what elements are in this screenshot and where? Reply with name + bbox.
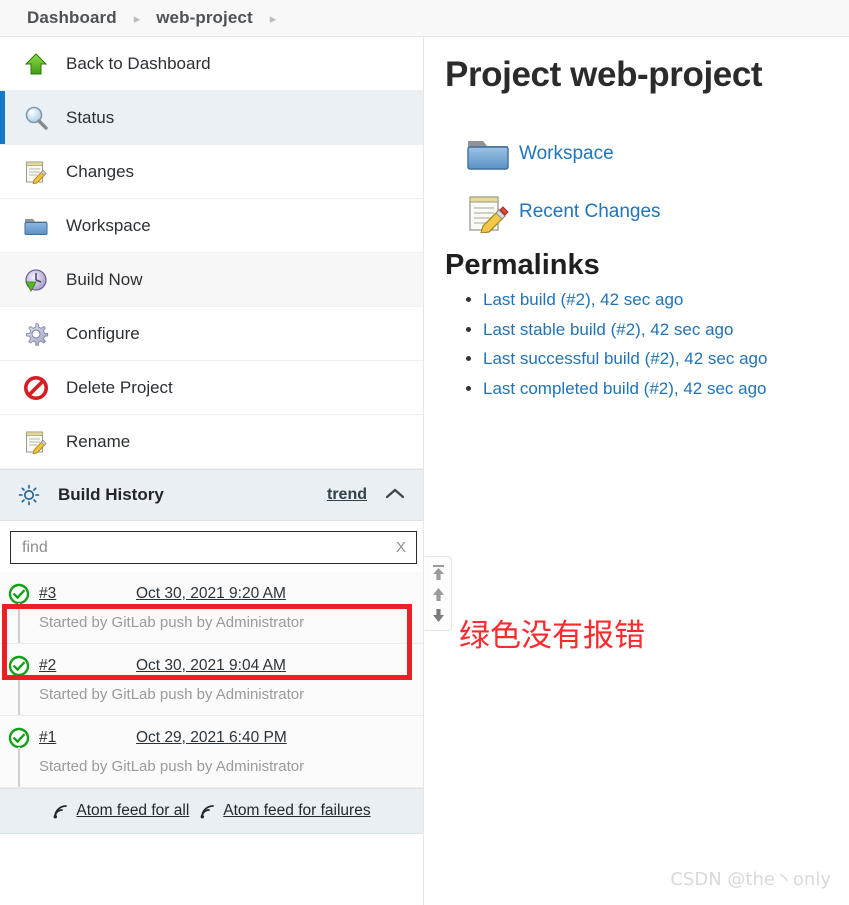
sidebar-item-label: Delete Project	[66, 377, 173, 397]
build-number-link[interactable]: #1	[39, 729, 63, 747]
notepad-pencil-icon	[22, 158, 50, 186]
permalink-last-completed-build[interactable]: Last completed build (#2), 42 sec ago	[483, 377, 849, 402]
main-content: Project web-project Workspace Recent Cha…	[425, 37, 849, 905]
sidebar: Back to Dashboard Status Changes Workspa…	[0, 37, 424, 905]
breadcrumb: Dashboard ▸ web-project ▸	[0, 0, 849, 37]
build-history-header: Build History trend	[0, 469, 423, 521]
scroll-down-icon[interactable]	[431, 608, 446, 623]
clear-icon[interactable]: X	[386, 539, 416, 556]
build-number-link[interactable]: #3	[39, 585, 63, 603]
build-trend-link[interactable]: trend	[327, 486, 367, 504]
status-success-icon	[8, 655, 30, 677]
sidebar-item-label: Changes	[66, 161, 135, 181]
build-history-title: Build History	[58, 485, 164, 504]
build-timeline-stem	[18, 603, 20, 643]
magnifier-icon	[22, 104, 50, 132]
breadcrumb-dropdown-icon[interactable]: ▸	[270, 12, 277, 25]
atom-feed-bar: Atom feed for all Atom feed for failures	[0, 788, 423, 834]
build-history-icon	[18, 484, 44, 506]
sidebar-item-delete-project[interactable]: Delete Project	[0, 361, 423, 415]
sidebar-item-rename[interactable]: Rename	[0, 415, 423, 469]
permalinks-list: Last build (#2), 42 sec ago Last stable …	[425, 288, 849, 402]
quick-link-label: Workspace	[519, 143, 614, 164]
build-row[interactable]: #1 Oct 29, 2021 6:40 PM Started by GitLa…	[0, 716, 423, 788]
folder-icon	[22, 212, 50, 240]
notepad-pencil-icon	[465, 191, 511, 234]
sidebar-item-workspace[interactable]: Workspace	[0, 199, 423, 253]
quick-links: Workspace Recent Changes	[425, 133, 849, 234]
annotation-note-text: 绿色没有报错	[459, 618, 645, 654]
permalink-last-successful-build[interactable]: Last successful build (#2), 42 sec ago	[483, 347, 849, 372]
scroll-navigation	[425, 556, 452, 631]
permalinks-title: Permalinks	[445, 249, 600, 281]
permalink-last-stable-build[interactable]: Last stable build (#2), 42 sec ago	[483, 318, 849, 343]
sidebar-item-back-to-dashboard[interactable]: Back to Dashboard	[0, 37, 423, 91]
sidebar-item-status[interactable]: Status	[0, 91, 423, 145]
build-timestamp-link[interactable]: Oct 30, 2021 9:04 AM	[136, 657, 286, 675]
build-find-wrapper: X	[0, 521, 423, 572]
breadcrumb-item-dashboard[interactable]: Dashboard	[27, 8, 117, 28]
sidebar-item-label: Configure	[66, 323, 140, 343]
build-timestamp-link[interactable]: Oct 30, 2021 9:20 AM	[136, 585, 286, 603]
build-find-box[interactable]: X	[10, 531, 417, 564]
build-timeline-stem	[18, 675, 20, 715]
page-title: Project web-project	[445, 55, 763, 94]
build-cause: Started by GitLab push by Administrator	[39, 686, 305, 703]
atom-feed-label: Atom feed for all	[76, 802, 190, 819]
build-row[interactable]: #2 Oct 30, 2021 9:04 AM Started by GitLa…	[0, 644, 423, 716]
build-cause: Started by GitLab push by Administrator	[39, 614, 305, 631]
delete-forbidden-icon	[22, 374, 50, 402]
atom-feed-for-failures-link[interactable]: Atom feed for failures	[199, 802, 371, 820]
build-now-icon	[22, 266, 50, 294]
build-cause: Started by GitLab push by Administrator	[39, 758, 305, 775]
notepad-pencil-icon	[22, 428, 50, 456]
rss-icon	[54, 804, 68, 818]
permalink-last-build[interactable]: Last build (#2), 42 sec ago	[483, 288, 849, 313]
up-arrow-green-icon	[22, 50, 50, 78]
build-history-list: #3 Oct 30, 2021 9:20 AM Started by GitLa…	[0, 572, 423, 788]
build-find-input[interactable]	[11, 532, 386, 563]
jenkins-project-page: Dashboard ▸ web-project ▸ Back to Dashbo…	[0, 0, 849, 905]
build-timestamp-link[interactable]: Oct 29, 2021 6:40 PM	[136, 729, 287, 747]
folder-icon	[465, 133, 511, 175]
quick-link-workspace[interactable]: Workspace	[465, 133, 849, 175]
sidebar-item-build-now[interactable]: Build Now	[0, 253, 423, 307]
quick-link-recent-changes[interactable]: Recent Changes	[465, 191, 849, 234]
sidebar-item-label: Back to Dashboard	[66, 53, 211, 73]
status-success-icon	[8, 727, 30, 749]
breadcrumb-separator-icon: ▸	[133, 10, 141, 26]
breadcrumb-item-web-project[interactable]: web-project	[156, 8, 253, 28]
chevron-up-icon[interactable]	[385, 487, 405, 503]
build-timeline-stem	[18, 747, 20, 787]
build-row[interactable]: #3 Oct 30, 2021 9:20 AM Started by GitLa…	[0, 572, 423, 644]
sidebar-item-label: Workspace	[66, 215, 151, 235]
scroll-up-icon[interactable]	[431, 587, 446, 602]
atom-feed-for-all-link[interactable]: Atom feed for all	[52, 802, 189, 820]
sidebar-item-changes[interactable]: Changes	[0, 145, 423, 199]
sidebar-item-label: Rename	[66, 431, 131, 451]
scroll-to-top-icon[interactable]	[431, 564, 446, 581]
build-number-link[interactable]: #2	[39, 657, 63, 675]
rss-icon	[200, 804, 215, 818]
atom-feed-label: Atom feed for failures	[223, 802, 371, 819]
status-success-icon	[8, 583, 30, 605]
gear-icon	[22, 320, 50, 348]
watermark: CSDN @the丶only	[670, 869, 831, 890]
sidebar-item-configure[interactable]: Configure	[0, 307, 423, 361]
sidebar-item-label: Build Now	[66, 269, 143, 289]
quick-link-label: Recent Changes	[519, 201, 661, 222]
sidebar-item-label: Status	[66, 107, 115, 127]
